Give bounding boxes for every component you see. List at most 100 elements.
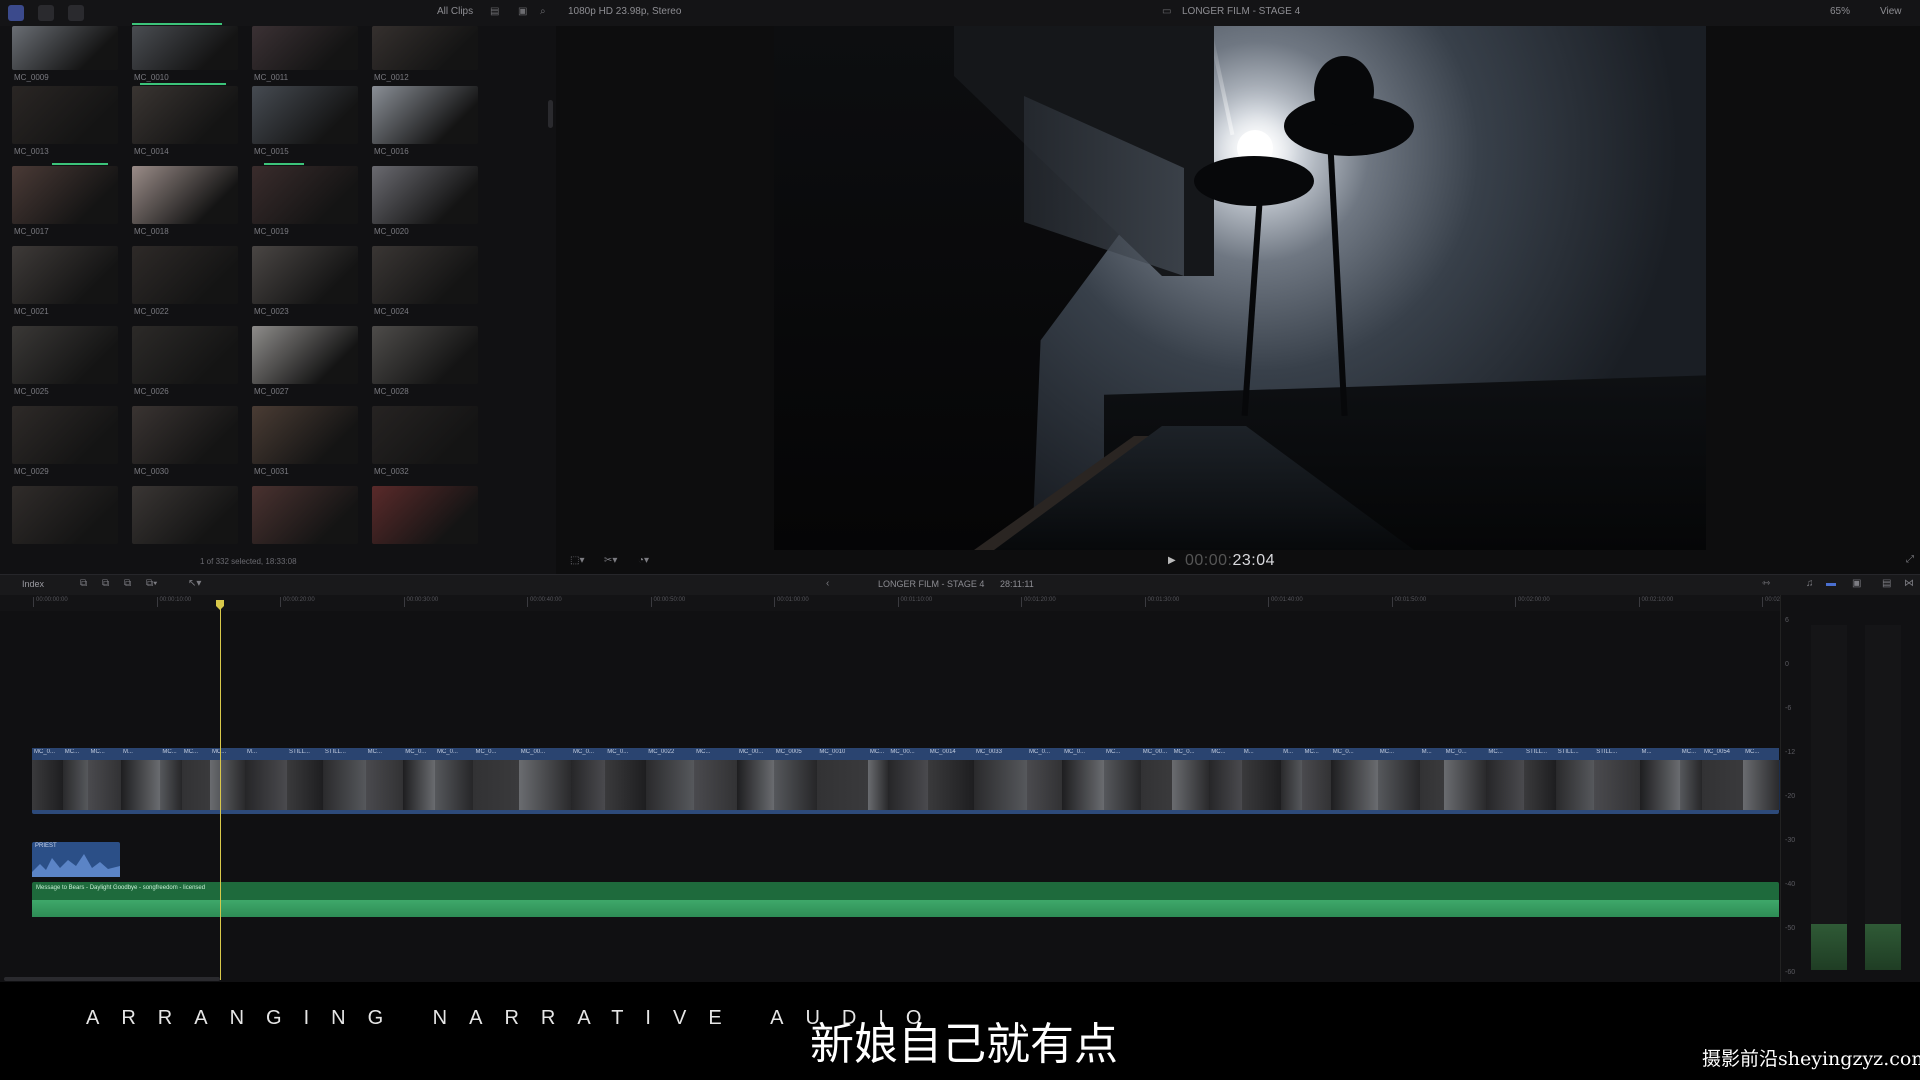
video-clip-label: M... bbox=[1283, 749, 1294, 755]
video-clip[interactable] bbox=[1555, 760, 1596, 810]
effects-browser-icon[interactable]: ▤ bbox=[1882, 578, 1891, 589]
select-tool-icon[interactable]: ↖▾ bbox=[188, 578, 201, 589]
index-button[interactable]: Index bbox=[22, 579, 44, 589]
video-clip[interactable] bbox=[736, 760, 775, 810]
snapping-icon[interactable]: ▬ bbox=[1826, 578, 1836, 589]
video-clip[interactable] bbox=[1209, 760, 1243, 810]
video-clip[interactable] bbox=[120, 760, 162, 810]
timeline-ruler[interactable]: 00:00:00:00 00:00:10:00 00:00:20:00 00:00:3… bbox=[0, 595, 1797, 611]
transitions-browser-icon[interactable]: ⋈ bbox=[1904, 578, 1914, 589]
library-icon[interactable] bbox=[8, 5, 24, 21]
insert-clip-icon[interactable]: ⧉ bbox=[102, 578, 109, 589]
fullscreen-icon[interactable]: ⤢ bbox=[1906, 554, 1914, 565]
timecode-display[interactable]: 00:00:23:04 bbox=[1185, 552, 1275, 570]
video-clip[interactable] bbox=[1524, 760, 1557, 810]
video-clip-label: MC... bbox=[1304, 749, 1319, 755]
clip-thumbnail bbox=[12, 406, 118, 464]
video-clip[interactable] bbox=[1594, 760, 1641, 810]
clip-appearance-icon[interactable]: ▣ bbox=[1852, 578, 1861, 589]
video-clip[interactable] bbox=[694, 760, 738, 810]
video-clip[interactable] bbox=[403, 760, 436, 810]
transform-menu-icon[interactable]: ⬚▾ bbox=[570, 555, 584, 566]
video-clip[interactable] bbox=[773, 760, 819, 810]
clip-thumbnail bbox=[12, 26, 118, 70]
video-clip[interactable] bbox=[1486, 760, 1526, 810]
video-clip[interactable] bbox=[1103, 760, 1142, 810]
video-clip[interactable] bbox=[1377, 760, 1421, 810]
video-clip[interactable] bbox=[927, 760, 975, 810]
video-clip[interactable] bbox=[1171, 760, 1211, 810]
video-clip[interactable] bbox=[518, 760, 572, 810]
music-audio-clip[interactable] bbox=[32, 882, 1779, 917]
video-clip[interactable] bbox=[1743, 760, 1780, 810]
video-clip[interactable] bbox=[570, 760, 607, 810]
video-clip[interactable] bbox=[1702, 760, 1745, 810]
overwrite-clip-icon[interactable]: ⧉▾ bbox=[146, 578, 157, 589]
titles-generators-icon[interactable] bbox=[68, 5, 84, 21]
ruler-timecode: 00:00:40:00 bbox=[527, 597, 562, 607]
video-clip[interactable] bbox=[32, 760, 64, 810]
photos-audio-icon[interactable] bbox=[38, 5, 54, 21]
playhead[interactable] bbox=[220, 600, 221, 980]
video-clip[interactable] bbox=[1140, 760, 1173, 810]
video-clip[interactable] bbox=[62, 760, 90, 810]
video-clip[interactable] bbox=[473, 760, 520, 810]
video-clip[interactable] bbox=[888, 760, 929, 810]
video-clip[interactable] bbox=[434, 760, 475, 810]
video-clip[interactable] bbox=[181, 760, 211, 810]
video-clip[interactable] bbox=[1026, 760, 1064, 810]
video-clip[interactable] bbox=[1419, 760, 1445, 810]
clip-name: MC_0027 bbox=[254, 387, 289, 396]
video-clip[interactable] bbox=[1062, 760, 1105, 810]
meter-left bbox=[1811, 625, 1847, 970]
speed-menu-icon[interactable]: ◔▾ bbox=[638, 555, 649, 566]
view-menu[interactable]: View bbox=[1880, 6, 1902, 17]
play-button[interactable]: ▶ bbox=[1168, 555, 1176, 566]
viewer-frame[interactable] bbox=[774, 26, 1706, 550]
video-clip[interactable] bbox=[1443, 760, 1488, 810]
audio-skimming-icon[interactable]: ⇿ bbox=[1762, 578, 1770, 589]
video-clip-label: MC_00... bbox=[738, 749, 764, 755]
meter-right bbox=[1865, 625, 1901, 970]
video-clip[interactable] bbox=[245, 760, 288, 810]
video-clip[interactable] bbox=[365, 760, 405, 810]
video-clip[interactable] bbox=[322, 760, 367, 810]
video-clip[interactable] bbox=[286, 760, 324, 810]
video-clip-label: MC... bbox=[1105, 749, 1121, 755]
clip-name: MC_0015 bbox=[254, 147, 289, 156]
keyword-range-bar bbox=[52, 163, 108, 165]
video-clip[interactable] bbox=[1679, 760, 1703, 810]
video-clip[interactable] bbox=[1281, 760, 1304, 810]
video-clip[interactable] bbox=[605, 760, 648, 810]
video-clip-label: STILL... bbox=[288, 749, 310, 755]
clip-name: MC_0020 bbox=[374, 227, 409, 236]
video-clip[interactable] bbox=[817, 760, 869, 810]
zoom-dropdown[interactable]: 65% bbox=[1830, 6, 1850, 17]
video-clip[interactable] bbox=[1302, 760, 1332, 810]
search-icon[interactable]: ⌕ bbox=[540, 6, 546, 17]
clip-appearance-icon[interactable]: ▣ bbox=[518, 6, 527, 17]
video-clip[interactable] bbox=[646, 760, 696, 810]
headphones-icon[interactable]: ♫ bbox=[1806, 578, 1814, 589]
video-clip[interactable] bbox=[867, 760, 890, 810]
append-clip-icon[interactable]: ⧉ bbox=[124, 578, 131, 589]
video-clip[interactable] bbox=[973, 760, 1028, 810]
clip-name: MC_0022 bbox=[134, 307, 169, 316]
video-clip[interactable] bbox=[88, 760, 122, 810]
video-clip[interactable] bbox=[209, 760, 246, 810]
video-clip[interactable] bbox=[1639, 760, 1681, 810]
connect-clip-icon[interactable]: ⧉ bbox=[80, 578, 87, 589]
video-clip-label: MC_0010 bbox=[819, 749, 846, 755]
clip-name: MC_0028 bbox=[374, 387, 409, 396]
browser-scrollbar[interactable] bbox=[548, 100, 553, 128]
clips-filter-dropdown[interactable]: All Clips bbox=[437, 6, 473, 17]
video-clip[interactable] bbox=[1241, 760, 1283, 810]
video-clip[interactable] bbox=[1330, 760, 1379, 810]
retime-menu-icon[interactable]: ✂▾ bbox=[604, 555, 617, 566]
list-view-icon[interactable]: ▤ bbox=[490, 6, 499, 17]
clip-name: MC_0016 bbox=[374, 147, 409, 156]
video-clip[interactable] bbox=[160, 760, 183, 810]
back-arrow-icon[interactable]: ‹ bbox=[826, 578, 829, 589]
clip-thumbnail bbox=[12, 326, 118, 384]
timeline-scrollbar[interactable] bbox=[4, 977, 220, 981]
